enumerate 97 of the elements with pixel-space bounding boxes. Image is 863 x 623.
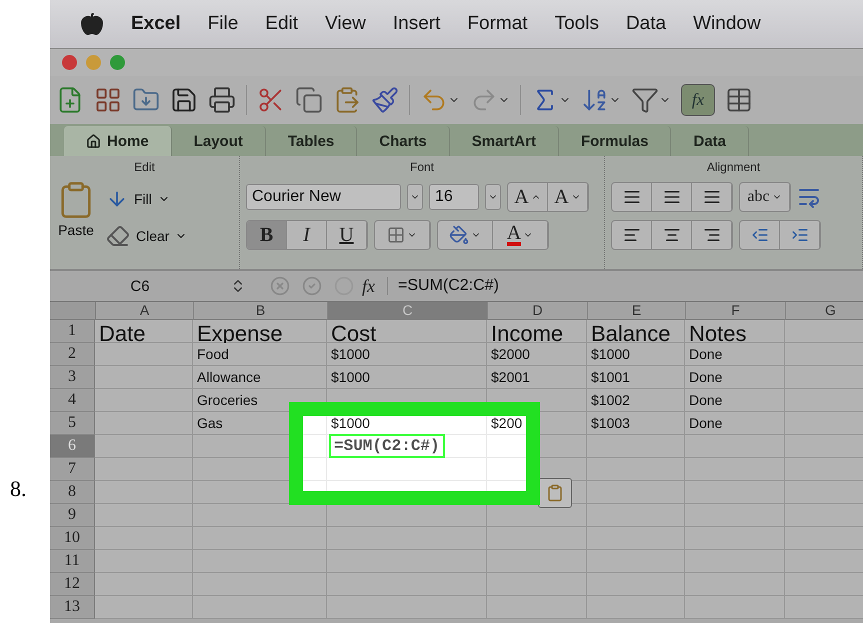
decrease-indent-icon [750, 226, 768, 244]
zoom-button[interactable] [110, 55, 125, 70]
table-cell: $1001 [587, 366, 685, 389]
paint-bucket-icon [449, 225, 469, 245]
row-header[interactable]: 2 [50, 343, 95, 366]
table-cell: $1000 [587, 343, 685, 366]
clear-button[interactable]: Clear [106, 224, 188, 248]
gallery-icon[interactable] [94, 86, 122, 114]
column-header[interactable]: G [786, 302, 863, 320]
column-header[interactable]: F [686, 302, 786, 320]
close-button[interactable] [62, 55, 77, 70]
group-title: Edit [133, 160, 156, 174]
row-header[interactable]: 12 [50, 573, 95, 596]
apple-icon[interactable] [80, 12, 104, 36]
table-cell: $1003 [587, 412, 685, 435]
column-title: Expense [193, 320, 327, 343]
align-left-icon [622, 226, 640, 244]
filter-button[interactable] [631, 86, 671, 114]
column-title: Balance [587, 320, 685, 343]
name-box[interactable]: C6 [50, 278, 230, 294]
table-cell: $1002 [587, 389, 685, 412]
home-icon [86, 134, 101, 148]
column-title: Income [487, 320, 587, 343]
row-header[interactable]: 7 [50, 458, 95, 481]
step-number: 8. [10, 476, 26, 501]
row-header[interactable]: 11 [50, 550, 95, 573]
lines-icon [662, 188, 680, 206]
increase-indent-icon [790, 226, 808, 244]
align-right-icon [702, 226, 720, 244]
active-cell[interactable]: =SUM(C2:C#) [329, 434, 445, 458]
table-cell: Done [685, 366, 785, 389]
wrap-text-button[interactable]: abc [740, 183, 790, 211]
group-title: Alignment [706, 160, 762, 174]
column-header[interactable]: E [588, 302, 686, 320]
font-dropdown[interactable] [407, 184, 423, 210]
eraser-icon [106, 224, 130, 248]
menu-item[interactable]: Insert [392, 13, 440, 35]
table-cell: Food [193, 343, 327, 366]
borders-icon [387, 226, 405, 244]
lines-icon [702, 188, 720, 206]
menu-item[interactable]: Data [626, 13, 666, 35]
filter-icon [631, 86, 659, 114]
row-header[interactable]: 1 [50, 320, 95, 343]
row-header[interactable]: 4 [50, 389, 95, 412]
save-icon[interactable] [170, 86, 198, 114]
column-header[interactable]: A [96, 302, 194, 320]
size-dropdown[interactable] [485, 184, 501, 210]
app-menu[interactable]: Excel [131, 13, 181, 35]
menu-item[interactable]: Edit [265, 13, 298, 35]
font-name-field[interactable]: Courier New [246, 184, 401, 210]
menu-item[interactable]: Window [693, 13, 761, 35]
ribbon-tab[interactable]: Home [64, 126, 172, 156]
table-icon[interactable] [725, 86, 753, 114]
row-header[interactable]: 6 [50, 435, 95, 458]
row-header[interactable]: 8 [50, 481, 95, 504]
formula-field[interactable]: =SUM(C2:C#) [387, 277, 499, 295]
column-title: Notes [685, 320, 785, 343]
group-title: Font [408, 160, 435, 174]
brush-icon[interactable] [371, 86, 399, 114]
menu-item[interactable]: File [208, 13, 238, 35]
paste-options-icon[interactable] [538, 478, 572, 508]
column-title: Cost [327, 320, 487, 343]
table-cell: $1000 [327, 366, 487, 389]
underline-button[interactable]: U [327, 221, 367, 249]
row-header[interactable]: 5 [50, 412, 95, 435]
formula-button[interactable]: fx [681, 84, 715, 116]
table-cell: $2001 [487, 366, 587, 389]
lines-icon [622, 188, 640, 206]
font-color-button[interactable]: A [493, 221, 548, 249]
font-size-field[interactable]: 16 [429, 184, 479, 210]
column-header[interactable]: B [194, 302, 328, 320]
table-cell: Done [685, 412, 785, 435]
grow-font-button[interactable]: A [508, 183, 548, 211]
italic-button[interactable]: I [287, 221, 327, 249]
copy-icon[interactable] [295, 86, 323, 114]
menu-item[interactable]: Format [467, 13, 528, 35]
print-icon[interactable] [208, 86, 236, 114]
menu-item[interactable]: View [325, 13, 366, 35]
menu-item[interactable]: Tools [554, 13, 599, 35]
column-header[interactable]: D [488, 302, 588, 320]
fill-button[interactable]: Fill [106, 188, 188, 210]
row-header[interactable]: 3 [50, 366, 95, 389]
bold-button[interactable]: B [247, 221, 287, 249]
table-cell: Allowance [193, 366, 327, 389]
table-cell: Done [685, 343, 785, 366]
shrink-font-button[interactable]: A [548, 183, 588, 211]
row-header[interactable]: 10 [50, 527, 95, 550]
align-center-icon [662, 226, 680, 244]
table-cell: $1000 [327, 343, 487, 366]
column-title: Date [95, 320, 193, 343]
table-cell: $2000 [487, 343, 587, 366]
paste-button[interactable]: Paste [56, 180, 96, 248]
row-header[interactable]: 13 [50, 596, 95, 619]
table-cell: Done [685, 389, 785, 412]
clipboard-icon [546, 484, 564, 502]
insert-function-button[interactable]: fx [362, 276, 375, 296]
row-header[interactable]: 9 [50, 504, 95, 527]
